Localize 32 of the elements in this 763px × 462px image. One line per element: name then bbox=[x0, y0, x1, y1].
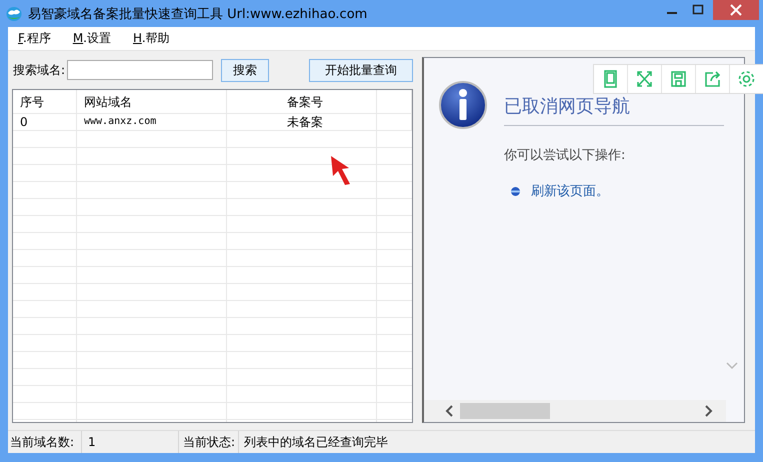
batch-query-button[interactable]: 开始批量查询 bbox=[309, 58, 413, 82]
column-header[interactable]: 网站域名 bbox=[77, 90, 227, 114]
status-value: 1 bbox=[82, 431, 179, 453]
empty-header-cell bbox=[377, 90, 412, 114]
scroll-right-icon[interactable] bbox=[704, 405, 714, 417]
empty-cell bbox=[377, 114, 412, 131]
status-label: 当前域名数: bbox=[8, 431, 82, 453]
app-logo-icon bbox=[6, 6, 22, 22]
menu-item[interactable]: F.程序 bbox=[18, 30, 51, 47]
horizontal-scrollbar[interactable] bbox=[424, 400, 726, 422]
status-label: 当前状态: bbox=[179, 431, 239, 453]
arrow-icon bbox=[329, 154, 353, 186]
menu-item[interactable]: H.帮助 bbox=[133, 30, 170, 47]
prompt-text: 你可以尝试以下操作: bbox=[504, 147, 626, 164]
scroll-down-icon[interactable] bbox=[726, 362, 738, 370]
menu-item[interactable]: M.设置 bbox=[72, 30, 111, 47]
info-icon bbox=[438, 80, 488, 130]
page-heading: 已取消网页导航 bbox=[504, 97, 631, 117]
search-field[interactable] bbox=[67, 60, 214, 80]
search-button[interactable]: 搜索 bbox=[221, 58, 270, 82]
column-header[interactable]: 备案号 bbox=[227, 90, 377, 114]
column-header[interactable]: 序号 bbox=[13, 90, 77, 114]
scroll-left-icon[interactable] bbox=[444, 405, 454, 417]
bullet-icon bbox=[511, 186, 520, 196]
window-title: 易智豪域名备案批量快速查询工具 Url:www.ezhihao.com bbox=[28, 6, 368, 22]
table-cell: 未备案 bbox=[227, 114, 377, 131]
close-icon[interactable] bbox=[713, 0, 759, 20]
refresh-link[interactable]: 刷新该页面。 bbox=[531, 182, 609, 200]
table-cell: www.anxz.com bbox=[77, 114, 227, 131]
search-label: 搜索域名: bbox=[13, 62, 66, 78]
status-value: 列表中的域名已经查询完毕 bbox=[243, 434, 388, 450]
table-cell: 0 bbox=[13, 114, 77, 131]
